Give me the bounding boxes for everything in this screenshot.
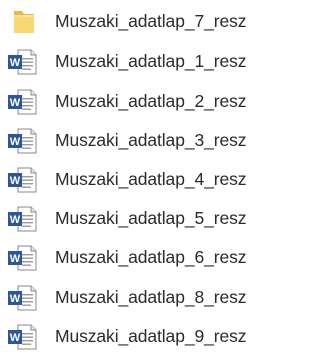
svg-text:W: W: [10, 97, 21, 109]
list-item-document[interactable]: W Muszaki_adatlap_9_resz: [6, 322, 282, 352]
list-item-document[interactable]: W Muszaki_adatlap_8_resz: [6, 283, 282, 313]
svg-text:W: W: [10, 332, 21, 344]
svg-text:W: W: [10, 293, 21, 305]
list-item-document[interactable]: W Muszaki_adatlap_4_resz: [6, 165, 282, 195]
list-item-folder[interactable]: Muszaki_adatlap_7_resz: [6, 7, 282, 37]
list-item-document[interactable]: W Muszaki_adatlap_1_resz: [6, 47, 282, 77]
file-list: Muszaki_adatlap_7_resz W Muszaki_adatlap…: [0, 0, 285, 355]
svg-text:W: W: [10, 214, 21, 226]
word-document-icon: W: [6, 49, 38, 75]
svg-text:W: W: [10, 253, 21, 265]
svg-text:W: W: [10, 136, 21, 148]
svg-text:W: W: [10, 57, 21, 69]
folder-icon: [6, 9, 38, 35]
list-item-document[interactable]: W Muszaki_adatlap_5_resz: [6, 204, 282, 234]
word-document-icon: W: [6, 167, 38, 193]
file-name: Muszaki_adatlap_1_resz: [55, 51, 247, 72]
word-document-icon: W: [6, 285, 38, 311]
file-name: Muszaki_adatlap_3_resz: [55, 130, 247, 151]
file-name: Muszaki_adatlap_8_resz: [55, 287, 247, 308]
svg-text:W: W: [10, 175, 21, 187]
file-name: Muszaki_adatlap_5_resz: [55, 208, 247, 229]
file-name: Muszaki_adatlap_9_resz: [55, 326, 247, 347]
file-name: Muszaki_adatlap_6_resz: [55, 247, 247, 268]
file-name: Muszaki_adatlap_7_resz: [55, 11, 247, 32]
file-name: Muszaki_adatlap_2_resz: [55, 91, 247, 112]
word-document-icon: W: [6, 245, 38, 271]
word-document-icon: W: [6, 89, 38, 115]
word-document-icon: W: [6, 206, 38, 232]
list-item-document[interactable]: W Muszaki_adatlap_6_resz: [6, 243, 282, 273]
file-name: Muszaki_adatlap_4_resz: [55, 169, 247, 190]
word-document-icon: W: [6, 324, 38, 350]
list-item-document[interactable]: W Muszaki_adatlap_2_resz: [6, 87, 282, 117]
list-item-document[interactable]: W Muszaki_adatlap_3_resz: [6, 126, 282, 156]
word-document-icon: W: [6, 128, 38, 154]
